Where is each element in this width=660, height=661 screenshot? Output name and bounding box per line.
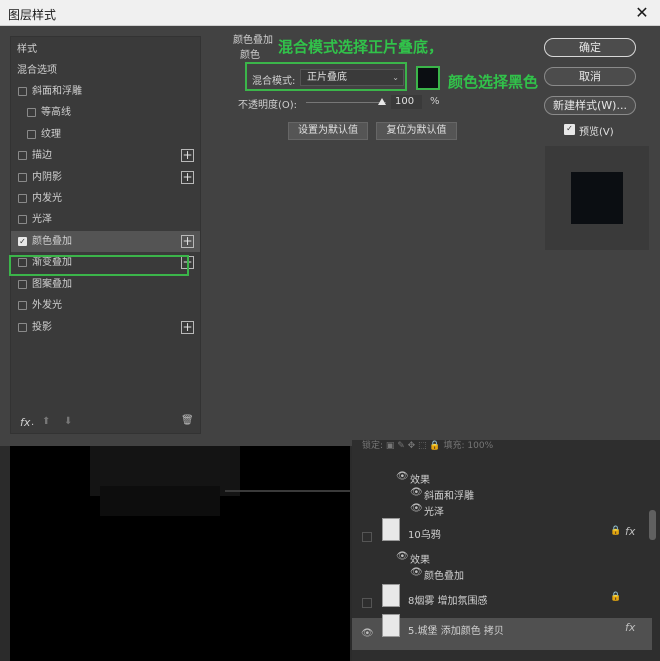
eye-icon[interactable]: 👁 (410, 567, 423, 578)
lock-icon: 🔒 (610, 526, 622, 536)
lock-icon: 🔒 (610, 592, 622, 602)
layers-scrollbar[interactable] (649, 510, 656, 540)
style-item[interactable]: 光泽 (11, 209, 200, 230)
style-item[interactable]: 内发光 (11, 188, 200, 209)
highlight-color-overlay-item (9, 255, 189, 276)
visibility-toggle[interactable] (362, 532, 372, 542)
fx-icon[interactable]: fx (625, 621, 635, 634)
layer-thumbnail (382, 584, 400, 607)
set-default-button[interactable]: 设置为默认值 (288, 122, 368, 140)
style-checkbox[interactable] (18, 301, 27, 310)
style-checkbox[interactable]: ✓ (18, 237, 27, 246)
new-style-button[interactable]: 新建样式(W)... (544, 96, 636, 115)
opacity-slider-track[interactable] (306, 102, 386, 103)
opacity-slider-thumb[interactable] (378, 98, 386, 105)
highlight-blend-mode (245, 62, 407, 91)
style-item-label: 光泽 (32, 214, 52, 225)
fx-icon[interactable]: fx (20, 416, 30, 429)
ok-button[interactable]: 确定 (544, 38, 636, 57)
layer-style-dialog: 样式 混合选项 fx . ⬆ ⬇ 🗑 斜面和浮雕等高线纹理描边 + 内阴影 + 内发光光… (0, 26, 660, 446)
style-list-footer: fx . ⬆ ⬇ 🗑 (11, 413, 200, 433)
style-item-label: 内阴影 (32, 172, 62, 183)
blend-options-item[interactable]: 混合选项 (11, 60, 200, 81)
style-item-label: 纹理 (41, 129, 61, 140)
style-item[interactable]: 内阴影 + (11, 167, 200, 188)
style-item[interactable]: 外发光 (11, 295, 200, 316)
style-checkbox[interactable] (18, 280, 27, 289)
trash-icon[interactable]: 🗑 (181, 415, 194, 426)
preview-swatch (571, 172, 623, 224)
style-item[interactable]: 图案叠加 (11, 274, 200, 295)
move-down-icon[interactable]: ⬇ (64, 416, 72, 427)
style-item[interactable]: 纹理 (11, 124, 200, 145)
cancel-button[interactable]: 取消 (544, 67, 636, 86)
style-checkbox[interactable] (27, 130, 36, 139)
style-item-label: 内发光 (32, 193, 62, 204)
layer-name[interactable]: 10乌鸦 (408, 526, 441, 541)
layer-effect-label: 效果 (410, 555, 430, 566)
layers-panel: 锁定: ▣ ✎ ✥ ⬚ 🔒 填充: 100% 👁 效果 👁 斜面和浮雕 👁 光泽 10乌鸦 🔒… (352, 440, 660, 661)
layer-effect-label: 效果 (410, 475, 430, 486)
reset-default-button[interactable]: 复位为默认值 (376, 122, 457, 140)
add-style-icon[interactable]: + (181, 149, 194, 162)
style-item[interactable]: 描边 + (11, 145, 200, 166)
style-item-label: 投影 (32, 322, 52, 333)
style-list: 样式 混合选项 fx . ⬆ ⬇ 🗑 斜面和浮雕等高线纹理描边 + 内阴影 + 内发光光… (10, 36, 201, 434)
style-checkbox[interactable] (18, 151, 27, 160)
annotation-color: 颜色选择黑色 (448, 73, 539, 91)
close-icon[interactable]: ✕ (630, 2, 654, 24)
move-up-icon[interactable]: ⬆ (42, 416, 50, 427)
opacity-unit: % (430, 96, 440, 107)
lock-row: 锁定: ▣ ✎ ✥ ⬚ 🔒 填充: 100% (362, 441, 494, 451)
style-checkbox[interactable] (18, 173, 27, 182)
style-checkbox[interactable] (27, 108, 36, 117)
layer-name[interactable]: 8烟雾 增加氛围感 (408, 592, 488, 607)
preview-label: 预览(V) (579, 127, 614, 138)
style-item[interactable]: 投影 + (11, 317, 200, 338)
section-title: 颜色叠加 (233, 35, 273, 46)
canvas-castle-shadow (100, 486, 220, 516)
style-item[interactable]: ✓ 颜色叠加 + (11, 231, 200, 252)
eye-icon[interactable]: 👁 (410, 503, 423, 514)
opacity-label: 不透明度(O): (238, 100, 298, 111)
style-item[interactable]: 等高线 (11, 102, 200, 123)
style-item-label: 颜色叠加 (32, 236, 72, 247)
opacity-input[interactable]: 100 (391, 95, 422, 109)
preview-checkbox[interactable]: ✓ (564, 124, 575, 135)
style-item-label: 等高线 (41, 107, 71, 118)
layer-thumbnail (382, 518, 400, 541)
eye-icon[interactable]: 👁 (361, 628, 374, 639)
style-item-label: 斜面和浮雕 (32, 86, 82, 97)
fx-dot: . (31, 417, 35, 428)
dialog-titlebar: 图层样式 ✕ (0, 0, 660, 26)
color-subtitle: 颜色 (240, 50, 260, 61)
style-item-label: 外发光 (32, 300, 62, 311)
annotation-blend-mode: 混合模式选择正片叠底， (278, 38, 444, 56)
style-item-label: 描边 (32, 150, 52, 161)
style-checkbox[interactable] (18, 215, 27, 224)
color-swatch[interactable] (416, 66, 440, 90)
style-item[interactable]: 斜面和浮雕 (11, 81, 200, 102)
layer-effect-item: 光泽 (424, 507, 444, 518)
add-style-icon[interactable]: + (181, 321, 194, 334)
eye-icon[interactable]: 👁 (396, 471, 409, 482)
style-list-header[interactable]: 样式 (11, 39, 200, 60)
dialog-title: 图层样式 (8, 8, 57, 22)
visibility-toggle[interactable] (362, 598, 372, 608)
layer-thumbnail (382, 614, 400, 637)
add-style-icon[interactable]: + (181, 171, 194, 184)
layer-name[interactable]: 5.城堡 添加颜色 拷贝 (408, 622, 504, 637)
style-checkbox[interactable] (18, 87, 27, 96)
layer-effect-item: 颜色叠加 (424, 571, 464, 582)
fx-icon[interactable]: fx (625, 525, 635, 538)
style-checkbox[interactable] (18, 323, 27, 332)
style-item-label: 图案叠加 (32, 279, 72, 290)
eye-icon[interactable]: 👁 (396, 551, 409, 562)
add-style-icon[interactable]: + (181, 235, 194, 248)
style-checkbox[interactable] (18, 194, 27, 203)
layer-effect-item: 斜面和浮雕 (424, 491, 474, 502)
canvas-line (225, 490, 350, 492)
canvas-image (10, 446, 350, 661)
eye-icon[interactable]: 👁 (410, 487, 423, 498)
